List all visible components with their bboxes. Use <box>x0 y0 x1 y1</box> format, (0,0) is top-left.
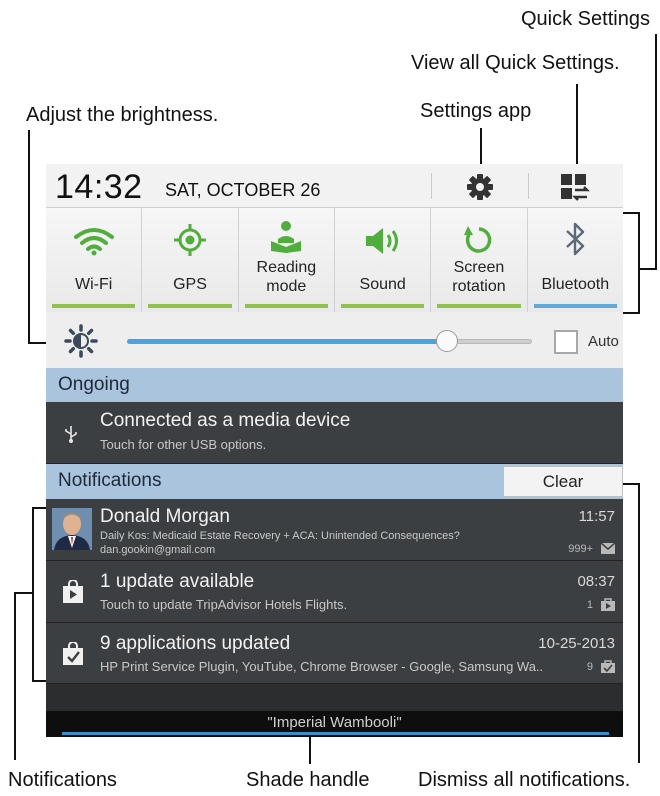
shade-handle-bar[interactable] <box>62 732 609 735</box>
wifi-icon <box>73 228 114 256</box>
tile-screen-rotation[interactable]: Screen rotation <box>431 208 528 312</box>
notification-update[interactable]: 1 update available Touch to update TripA… <box>46 561 623 623</box>
tile-active-bar <box>340 304 425 308</box>
brightness-slider-handle[interactable] <box>436 330 458 352</box>
shade-empty-area <box>46 684 623 711</box>
clock: 14:32 <box>55 168 143 206</box>
notification-apps-updated[interactable]: 9 applications updated HP Print Service … <box>46 623 623 684</box>
notification-time: 10-25-2013 <box>538 635 615 652</box>
shade-header: 14:32 SAT, OCTOBER 26 <box>46 164 623 208</box>
leader-notifications-v <box>14 592 16 760</box>
apps-updated-icon <box>63 642 83 665</box>
callout-shade-handle: Shade handle <box>246 769 370 791</box>
tile-label-reading-mode: Reading mode <box>256 259 317 295</box>
notification-time: 08:37 <box>577 573 615 590</box>
tile-label-gps: GPS <box>173 276 207 293</box>
notification-line: Daily Kos: Medicaid Estate Recovery + AC… <box>100 530 460 542</box>
tile-bluetooth[interactable]: Bluetooth <box>527 208 623 312</box>
leader-notifications-h <box>14 592 32 594</box>
tile-inactive-bar <box>533 304 617 308</box>
callout-notifications: Notifications <box>8 769 117 791</box>
callout-view-all-quick-settings: View all Quick Settings. <box>411 52 620 74</box>
notification-subtitle: Touch for other USB options. <box>100 437 267 452</box>
callout-settings-app: Settings app <box>420 100 532 122</box>
callout-dismiss-all: Dismiss all notifications. <box>418 769 631 791</box>
tile-label-bluetooth: Bluetooth <box>541 276 610 293</box>
leader-view-all <box>576 84 578 168</box>
header-divider <box>528 173 529 199</box>
rotation-icon <box>463 226 492 253</box>
play-store-bag-icon <box>63 580 83 603</box>
notification-title: 1 update available <box>100 571 255 592</box>
date: SAT, OCTOBER 26 <box>165 180 321 200</box>
bracket-tiles-v <box>638 212 640 314</box>
play-store-bag-icon <box>601 598 615 611</box>
bracket-notifications-v <box>32 507 34 681</box>
notification-title: Connected as a media device <box>100 410 351 431</box>
brightness-row: Auto <box>46 312 623 368</box>
brightness-slider-fill <box>127 339 447 344</box>
auto-brightness-label: Auto <box>588 333 619 350</box>
leader-brightness-v <box>28 130 30 344</box>
sound-icon <box>365 228 398 254</box>
tile-gps[interactable]: GPS <box>142 208 239 312</box>
header-divider <box>431 173 432 199</box>
notification-title: Donald Morgan <box>100 506 230 527</box>
notifications-section-header: Notifications Clear <box>46 464 623 499</box>
gps-icon <box>173 224 206 256</box>
notification-count: 9 <box>586 661 593 673</box>
leader-quick-settings <box>655 34 657 270</box>
callout-brightness: Adjust the brightness. <box>26 104 219 126</box>
notification-title: 9 applications updated <box>100 633 291 654</box>
notification-line: Touch to update TripAdvisor Hotels Fligh… <box>100 597 348 612</box>
mail-icon <box>601 543 615 554</box>
ongoing-usb-notification[interactable]: Connected as a media device Touch for ot… <box>46 402 623 464</box>
notification-count: 1 <box>586 599 593 611</box>
apps-updated-icon <box>601 660 615 673</box>
auto-brightness-checkbox[interactable] <box>554 330 578 354</box>
section-title: Notifications <box>58 470 162 491</box>
leader-dismiss-v <box>638 483 640 763</box>
tile-sound[interactable]: Sound <box>334 208 432 312</box>
quick-settings-tiles: Wi-Fi GPS Reading mode Sound Screen rota… <box>46 208 623 312</box>
quick-settings-grid-icon[interactable] <box>560 173 590 201</box>
tile-label-screen-rotation: Screen rotation <box>452 259 506 295</box>
leader-settings-app <box>480 128 482 168</box>
tile-wifi[interactable]: Wi-Fi <box>46 208 143 312</box>
tile-active-bar <box>52 304 136 308</box>
tile-active-bar <box>437 304 521 308</box>
notification-time: 11:57 <box>578 508 615 525</box>
bluetooth-icon <box>566 222 585 256</box>
brightness-icon <box>64 324 98 358</box>
ongoing-section-header: Ongoing <box>46 368 623 402</box>
tile-active-bar <box>148 304 232 308</box>
tile-label-sound: Sound <box>359 276 406 293</box>
leader-quick-settings-h <box>640 268 657 270</box>
notification-line: dan.gookin@gmail.com <box>100 544 216 556</box>
tile-label-wifi: Wi-Fi <box>75 276 113 293</box>
notification-email[interactable]: Donald Morgan Daily Kos: Medicaid Estate… <box>46 499 623 561</box>
clear-button[interactable]: Clear <box>503 466 623 497</box>
notification-count: 999+ <box>568 543 593 555</box>
notification-line: HP Print Service Plugin, YouTube, Chrome… <box>100 659 544 674</box>
section-title: Ongoing <box>58 374 130 395</box>
shade-handle[interactable]: "Imperial Wambooli" <box>46 711 623 737</box>
callout-quick-settings: Quick Settings <box>521 8 650 30</box>
gear-icon[interactable] <box>464 172 496 202</box>
avatar <box>52 508 92 550</box>
tile-active-bar <box>244 304 328 308</box>
carrier-label: "Imperial Wambooli" <box>267 714 402 731</box>
notification-shade: 14:32 SAT, OCTOBER 26 Wi-Fi GPS Reading … <box>46 164 623 737</box>
reading-mode-icon <box>271 221 302 253</box>
tile-reading-mode[interactable]: Reading mode <box>238 208 335 312</box>
usb-icon <box>65 426 77 443</box>
